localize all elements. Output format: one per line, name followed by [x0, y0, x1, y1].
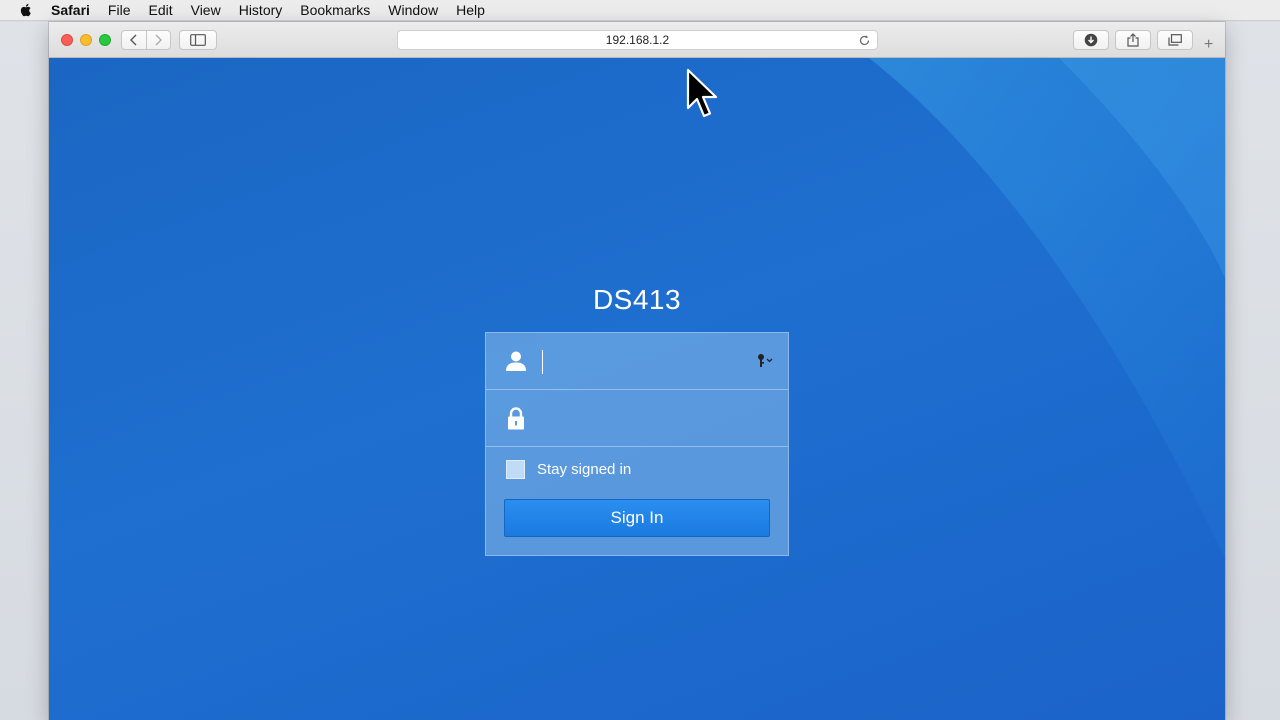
- download-icon: [1084, 33, 1098, 47]
- menu-history[interactable]: History: [239, 0, 283, 21]
- downloads-button[interactable]: [1073, 30, 1109, 50]
- close-window-button[interactable]: [61, 34, 73, 46]
- device-name-title: DS413: [592, 284, 682, 315]
- safari-window: 192.168.1.2 DS413 Stay signed in Sign In: [49, 22, 1225, 720]
- username-input[interactable]: [540, 347, 740, 375]
- menu-app-safari[interactable]: Safari: [51, 0, 90, 21]
- password-row: [486, 390, 788, 447]
- apple-icon[interactable]: [18, 2, 34, 18]
- share-button[interactable]: [1115, 30, 1151, 50]
- new-tab-button[interactable]: +: [1204, 35, 1280, 55]
- url-text: 192.168.1.2: [605, 33, 670, 47]
- navigation-buttons: [121, 30, 171, 50]
- menu-file[interactable]: File: [108, 0, 131, 21]
- back-button[interactable]: [122, 31, 146, 49]
- sidebar-icon: [190, 34, 206, 46]
- show-tabs-button[interactable]: [1157, 30, 1193, 50]
- back-icon: [129, 34, 137, 46]
- menu-bookmarks[interactable]: Bookmarks: [300, 0, 370, 21]
- menu-view[interactable]: View: [191, 0, 221, 21]
- sidebar-button[interactable]: [179, 30, 217, 50]
- menu-window[interactable]: Window: [388, 0, 438, 21]
- stay-signed-in-label[interactable]: Stay signed in: [537, 461, 631, 478]
- minimize-window-button[interactable]: [80, 34, 92, 46]
- menu-bar: Safari File Edit View History Bookmarks …: [0, 0, 1280, 21]
- menu-edit[interactable]: Edit: [148, 0, 172, 21]
- sign-in-button[interactable]: Sign In: [504, 499, 770, 537]
- stay-signed-in-row: Stay signed in: [506, 459, 631, 479]
- new-tab-label: +: [1204, 36, 1214, 53]
- cursor-icon: [686, 68, 718, 118]
- tabs-icon: [1168, 34, 1182, 46]
- browser-toolbar: 192.168.1.2: [49, 22, 1225, 58]
- username-row: [486, 333, 788, 390]
- share-icon: [1127, 33, 1139, 47]
- login-panel: Stay signed in Sign In: [485, 332, 789, 556]
- address-bar[interactable]: 192.168.1.2: [397, 30, 878, 50]
- key-icon[interactable]: [756, 353, 776, 369]
- password-input[interactable]: [540, 404, 740, 432]
- lock-icon: [508, 407, 524, 430]
- forward-icon: [155, 34, 163, 46]
- menu-help[interactable]: Help: [456, 0, 485, 21]
- stay-signed-in-checkbox[interactable]: [506, 459, 525, 479]
- forward-button[interactable]: [145, 31, 170, 49]
- page-viewport: DS413 Stay signed in Sign In: [49, 58, 1225, 720]
- user-icon: [506, 351, 526, 371]
- reload-icon[interactable]: [858, 34, 871, 47]
- maximize-window-button[interactable]: [99, 34, 111, 46]
